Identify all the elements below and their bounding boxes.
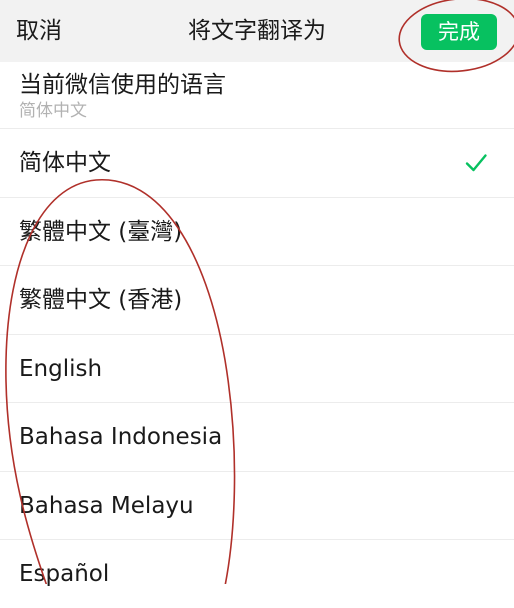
checkmark-icon bbox=[465, 154, 487, 172]
language-option-simplified-chinese[interactable]: 简体中文 bbox=[0, 128, 514, 197]
done-button[interactable]: 完成 bbox=[421, 14, 497, 50]
language-option-bahasa-melayu[interactable]: Bahasa Melayu bbox=[0, 470, 514, 540]
language-option-label: Bahasa Indonesia bbox=[19, 424, 223, 450]
language-option-espanol[interactable]: Español bbox=[0, 539, 514, 608]
current-language-section: 当前微信使用的语言 简体中文 bbox=[0, 62, 514, 128]
current-language-title: 当前微信使用的语言 bbox=[19, 72, 226, 98]
language-option-label: English bbox=[19, 355, 103, 382]
language-option-label: 繁體中文 (臺灣) bbox=[19, 218, 183, 245]
language-list: 简体中文 繁體中文 (臺灣) 繁體中文 (香港) English Bahasa … bbox=[0, 128, 514, 608]
navigation-bar: 取消 将文字翻译为 完成 bbox=[0, 0, 514, 62]
language-option-label: Bahasa Melayu bbox=[19, 492, 194, 519]
language-option-bahasa-indonesia[interactable]: Bahasa Indonesia bbox=[0, 402, 514, 471]
language-option-traditional-chinese-taiwan[interactable]: 繁體中文 (臺灣) bbox=[0, 196, 514, 266]
current-language-value: 简体中文 bbox=[19, 101, 87, 121]
language-option-label: 简体中文 bbox=[19, 150, 111, 176]
language-option-label: 繁體中文 (香港) bbox=[19, 287, 183, 313]
language-option-english[interactable]: English bbox=[0, 333, 514, 403]
language-option-label: Español bbox=[19, 561, 110, 587]
language-option-traditional-chinese-hongkong[interactable]: 繁體中文 (香港) bbox=[0, 265, 514, 334]
